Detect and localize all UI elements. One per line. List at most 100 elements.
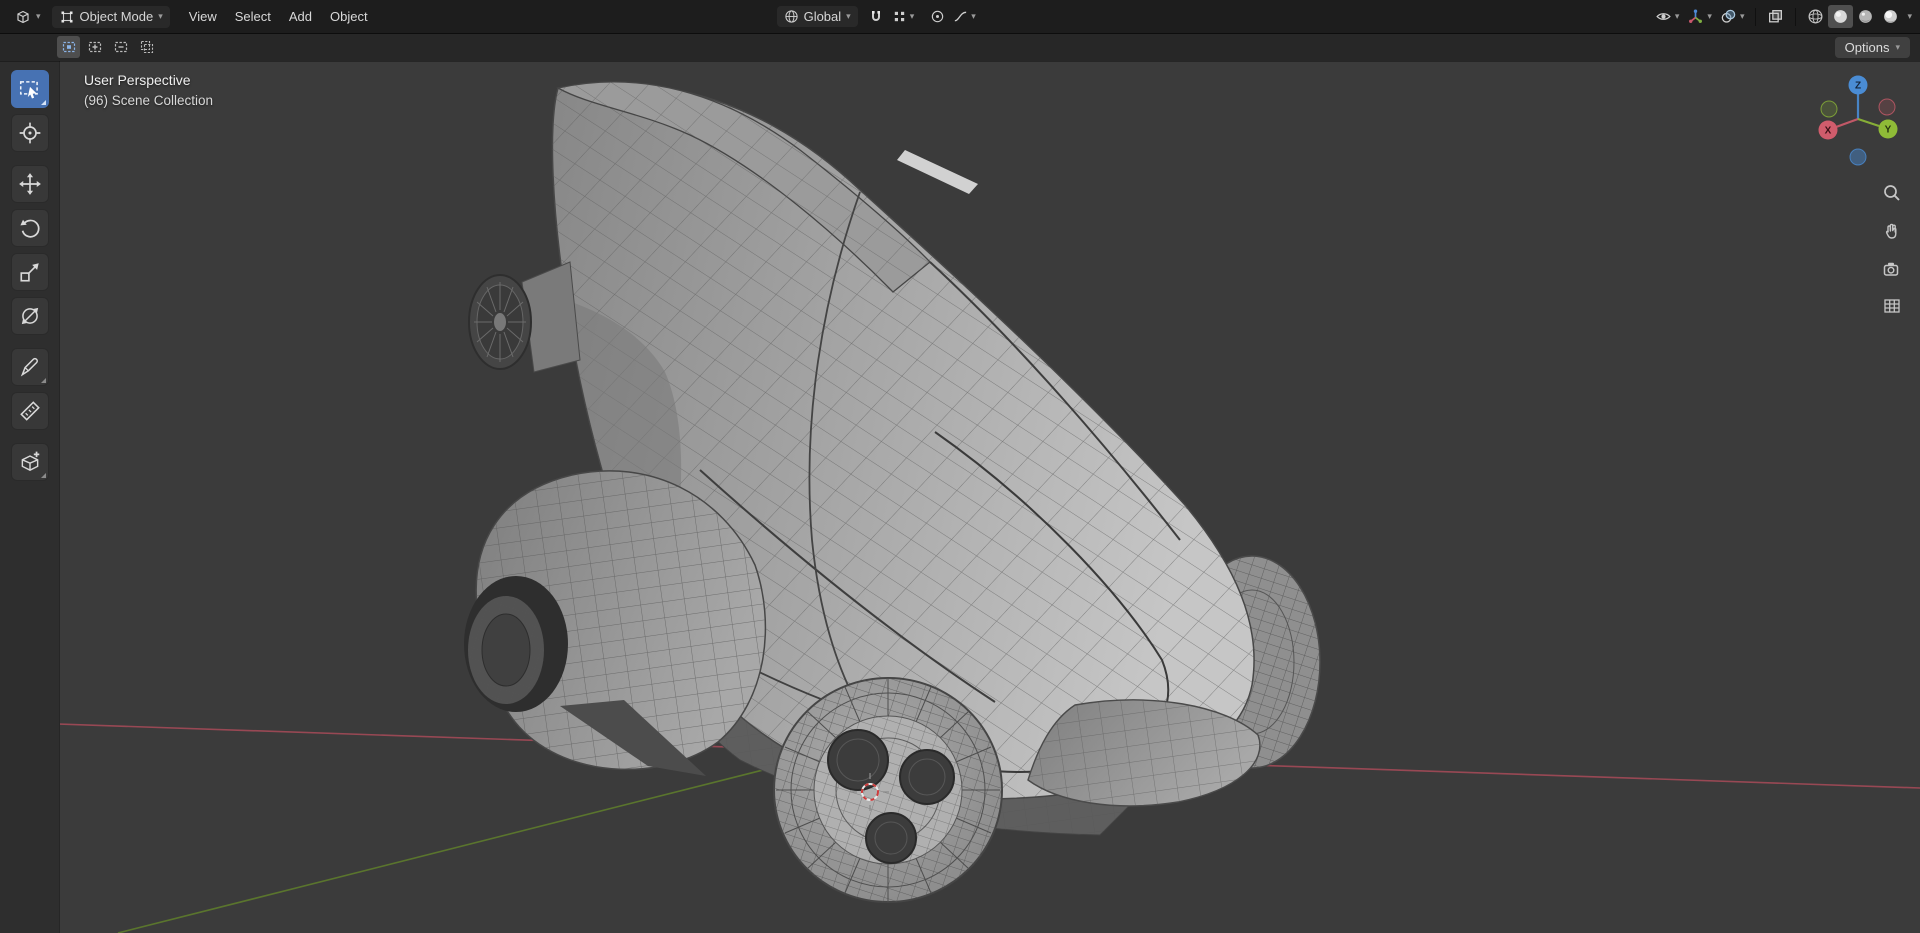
wireframe-sphere-icon	[1809, 9, 1823, 24]
overlays-dropdown[interactable]: ▾	[1716, 5, 1749, 28]
falloff-curve-icon	[954, 11, 967, 22]
gizmo-x-label: X	[1825, 126, 1832, 137]
tool-select-box[interactable]	[10, 70, 49, 108]
select-mode-group	[57, 36, 158, 58]
object-mode-icon	[61, 11, 73, 22]
globe-icon	[784, 10, 798, 23]
perspective-toggle-button[interactable]	[1882, 296, 1902, 316]
tool-measure[interactable]	[10, 392, 49, 430]
solid-sphere-icon	[1834, 10, 1848, 23]
navigation-gizmo[interactable]: Z X Y	[1812, 73, 1904, 169]
chevron-down-icon: ▾	[1674, 11, 1680, 21]
chevron-down-icon: ▾	[909, 11, 915, 21]
snap-increment-icon	[894, 11, 904, 22]
cursor-tool-icon	[19, 122, 40, 144]
options-label: Options	[1844, 39, 1890, 55]
mode-label: Object Mode	[79, 9, 154, 24]
tool-flyout-indicator	[40, 100, 46, 105]
viewport-scene[interactable]	[0, 0, 1920, 933]
select-mode-set[interactable]	[57, 36, 80, 58]
snap-toggle[interactable]	[864, 6, 888, 28]
tool-annotate[interactable]	[10, 348, 49, 386]
select-mode-intersect[interactable]	[135, 36, 158, 58]
chevron-down-icon: ▾	[1707, 11, 1712, 21]
gizmo-x-negative[interactable]	[1878, 98, 1896, 116]
collection-label: (96) Scene Collection	[84, 93, 214, 108]
hand-icon	[1885, 223, 1897, 239]
grid-icon	[1884, 299, 1900, 313]
rotate-icon	[19, 219, 40, 238]
tool-add-cube[interactable]	[10, 443, 49, 481]
tool-settings-bar: Options ▾	[0, 33, 1920, 61]
front-wheel[interactable]	[773, 677, 1003, 903]
tool-transform[interactable]	[10, 297, 49, 335]
pan-button[interactable]	[1882, 221, 1902, 241]
overlays-icon	[1721, 9, 1736, 23]
menu-view[interactable]: View	[180, 5, 226, 28]
snap-settings-dropdown[interactable]: ▾	[888, 6, 919, 27]
viewport-info: User Perspective (96) Scene Collection	[84, 72, 213, 108]
options-dropdown[interactable]: Options ▾	[1834, 36, 1910, 58]
camera-icon	[1883, 262, 1899, 276]
shading-wireframe-button[interactable]	[1803, 5, 1828, 28]
mode-dropdown[interactable]: Object Mode ▾	[51, 5, 170, 28]
shading-material-button[interactable]	[1853, 5, 1878, 28]
xray-icon	[1769, 10, 1783, 23]
chevron-down-icon: ▾	[158, 11, 163, 21]
tool-rotate[interactable]	[10, 209, 49, 247]
eye-icon	[1656, 13, 1671, 20]
gizmo-z-label: Z	[1855, 81, 1861, 92]
proportional-circle-icon	[932, 10, 944, 23]
chevron-down-icon: ▾	[1739, 11, 1745, 21]
proportional-falloff-dropdown[interactable]: ▾	[949, 6, 980, 27]
select-set-icon	[62, 41, 75, 53]
menu-select[interactable]: Select	[226, 5, 280, 28]
gizmo-y-label: Y	[1885, 125, 1892, 136]
annotate-pen-icon	[20, 358, 38, 377]
viewport-header: ▾ Object Mode ▾ View Select Add Object G…	[0, 0, 1920, 33]
add-cube-icon	[21, 451, 39, 471]
editor-type-icon	[17, 10, 29, 23]
rendered-sphere-icon	[1884, 10, 1898, 23]
menu-object[interactable]: Object	[321, 5, 377, 28]
orientation-dropdown[interactable]: Global ▾	[776, 6, 858, 27]
zoom-button[interactable]	[1882, 183, 1902, 203]
select-mode-extend[interactable]	[83, 36, 106, 58]
transform-icon	[21, 307, 38, 325]
gizmo-y-negative[interactable]	[1820, 100, 1838, 118]
magnifier-icon	[1884, 185, 1897, 198]
tool-flyout-indicator	[40, 473, 46, 478]
chevron-down-icon: ▾	[846, 11, 851, 21]
separator	[1755, 7, 1757, 26]
orientation-label: Global	[803, 9, 842, 24]
menu-add[interactable]: Add	[280, 5, 321, 28]
proportional-edit-toggle[interactable]	[926, 6, 949, 27]
box-select-icon	[19, 81, 38, 99]
tool-scale[interactable]	[10, 253, 49, 291]
select-subtract-icon	[114, 41, 127, 53]
shading-dropdown-chevron[interactable]: ▾	[1907, 12, 1912, 21]
magnet-icon	[871, 10, 880, 21]
visibility-dropdown[interactable]: ▾	[1651, 5, 1684, 28]
rear-fender[interactable]	[1027, 699, 1261, 807]
scale-icon	[19, 263, 39, 282]
camera-view-button[interactable]	[1882, 259, 1902, 279]
xray-toggle[interactable]	[1763, 5, 1788, 28]
shading-rendered-button[interactable]	[1878, 5, 1903, 28]
editor-type-button[interactable]: ▾	[8, 6, 48, 28]
select-mode-subtract[interactable]	[109, 36, 132, 58]
chevron-down-icon: ▾	[1895, 41, 1900, 52]
select-intersect-icon	[140, 40, 153, 54]
shading-solid-button[interactable]	[1828, 5, 1854, 28]
tool-cursor[interactable]	[10, 114, 49, 152]
chevron-down-icon: ▾	[971, 11, 976, 21]
header-right-cluster: ▾ ▾ ▾ ▾	[1651, 5, 1912, 28]
tool-move[interactable]	[10, 165, 49, 203]
gizmo-z-negative[interactable]	[1849, 148, 1867, 166]
perspective-label: User Perspective	[84, 72, 191, 88]
toolbar	[0, 61, 60, 933]
chevron-down-icon: ▾	[36, 11, 41, 21]
material-sphere-icon	[1859, 10, 1873, 23]
gizmos-dropdown[interactable]: ▾	[1683, 5, 1716, 28]
side-turbine[interactable]	[468, 261, 581, 373]
